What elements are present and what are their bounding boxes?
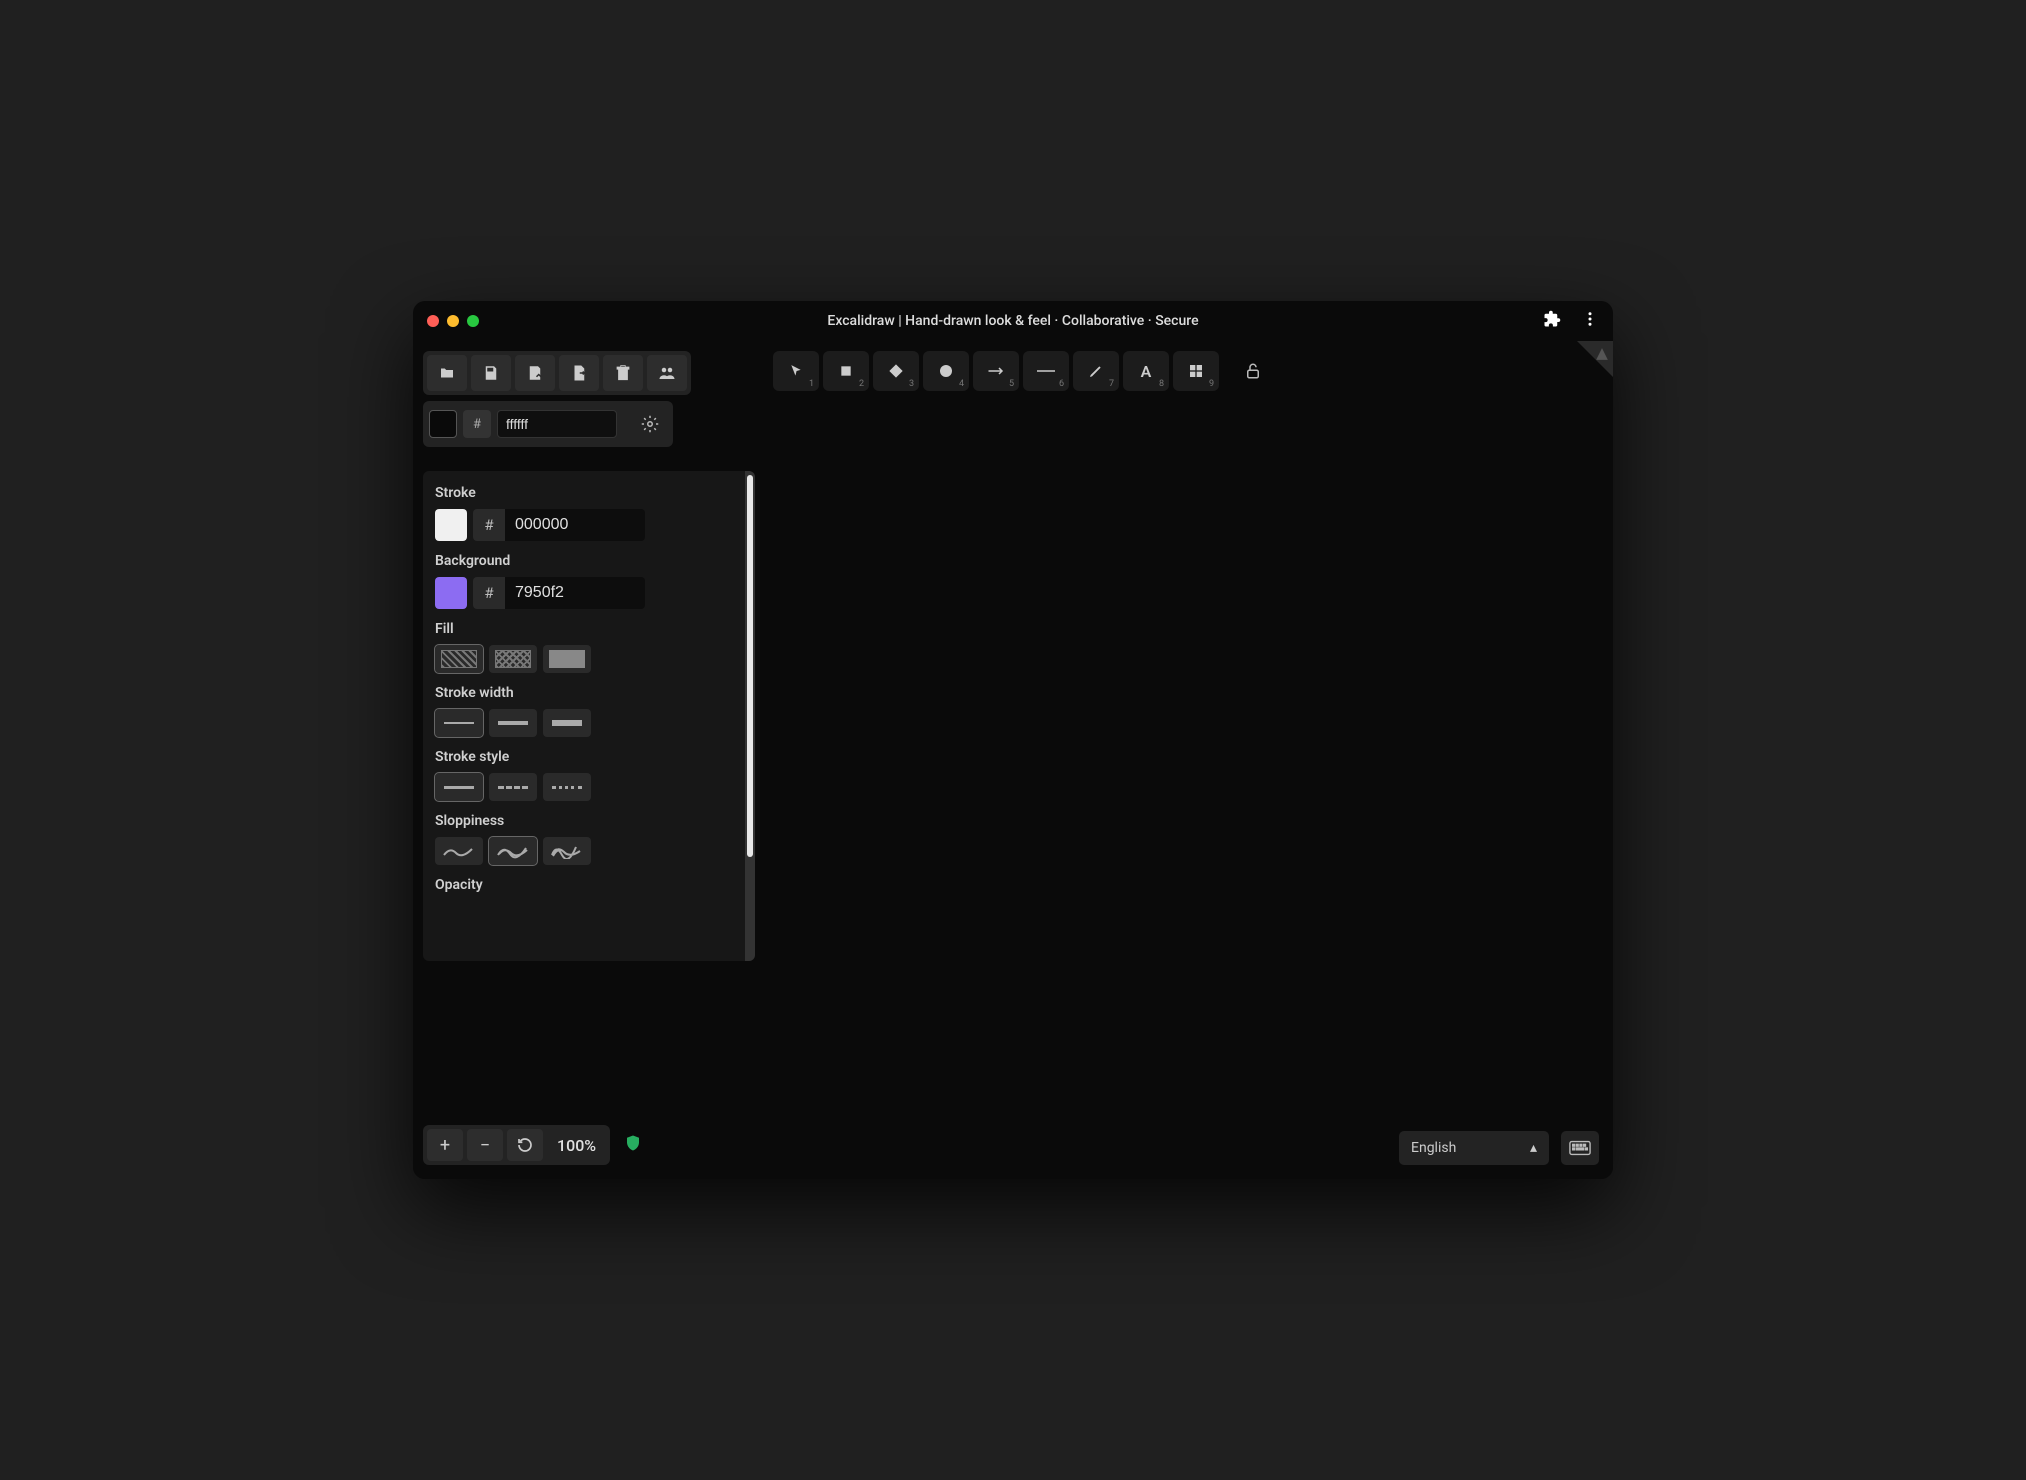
background-label: Background — [435, 553, 733, 569]
window-title: Excalidraw | Hand-drawn look & feel · Co… — [827, 313, 1198, 329]
panel-scrollbar[interactable] — [745, 471, 755, 961]
hash-label: # — [473, 509, 505, 541]
tool-text[interactable]: A8 — [1123, 351, 1169, 391]
save-button[interactable] — [471, 355, 511, 391]
tool-freedraw[interactable]: 7 — [1073, 351, 1119, 391]
tool-arrow[interactable]: 5 — [973, 351, 1019, 391]
opacity-label: Opacity — [435, 877, 733, 893]
shape-toolbar: 1 2 3 4 5 6 7 A8 9 — [773, 351, 1273, 391]
footer-right: English ▴ — [1399, 1131, 1599, 1165]
save-as-button[interactable] — [515, 355, 555, 391]
fill-hachure-button[interactable] — [435, 645, 483, 673]
more-icon[interactable] — [1581, 310, 1599, 332]
sloppiness-architect-button[interactable] — [435, 837, 483, 865]
file-toolbar — [423, 351, 691, 395]
zoom-controls: + − 100% — [423, 1125, 642, 1165]
sloppiness-cartoonist-button[interactable] — [543, 837, 591, 865]
settings-button[interactable] — [633, 407, 667, 441]
app-window: Excalidraw | Hand-drawn look & feel · Co… — [413, 301, 1613, 1179]
stroke-color-swatch[interactable] — [435, 509, 467, 541]
keyboard-shortcuts-button[interactable] — [1561, 1131, 1599, 1165]
background-color-swatch[interactable] — [435, 577, 467, 609]
stroke-width-label: Stroke width — [435, 685, 733, 701]
fill-label: Fill — [435, 621, 733, 637]
zoom-in-button[interactable]: + — [427, 1129, 463, 1161]
lock-tool-button[interactable] — [1233, 351, 1273, 391]
fill-crosshatch-button[interactable] — [489, 645, 537, 673]
window-controls — [427, 315, 479, 327]
stroke-style-label: Stroke style — [435, 749, 733, 765]
sloppiness-label: Sloppiness — [435, 813, 733, 829]
style-solid-button[interactable] — [435, 773, 483, 801]
tool-line[interactable]: 6 — [1023, 351, 1069, 391]
app-content: # 1 2 3 4 5 6 7 A8 9 Stroke # — [413, 341, 1613, 1179]
sloppiness-artist-button[interactable] — [489, 837, 537, 865]
canvas-color-input[interactable] — [497, 410, 617, 438]
open-button[interactable] — [427, 355, 467, 391]
stroke-thin-button[interactable] — [435, 709, 483, 737]
zoom-reset-button[interactable] — [507, 1129, 543, 1161]
hash-label: # — [473, 577, 505, 609]
export-button[interactable] — [559, 355, 599, 391]
extension-icon[interactable] — [1543, 310, 1561, 332]
zoom-value: 100% — [547, 1136, 606, 1155]
stroke-color-input[interactable] — [505, 509, 645, 541]
maximize-window-button[interactable] — [467, 315, 479, 327]
style-dotted-button[interactable] — [543, 773, 591, 801]
tool-selection[interactable]: 1 — [773, 351, 819, 391]
tool-rectangle[interactable]: 2 — [823, 351, 869, 391]
collaborate-button[interactable] — [647, 355, 687, 391]
clear-canvas-button[interactable] — [603, 355, 643, 391]
tool-diamond[interactable]: 3 — [873, 351, 919, 391]
minimize-window-button[interactable] — [447, 315, 459, 327]
language-value: English — [1411, 1140, 1456, 1156]
tool-ellipse[interactable]: 4 — [923, 351, 969, 391]
language-select[interactable]: English ▴ — [1399, 1131, 1549, 1165]
canvas-color-swatch[interactable] — [429, 410, 457, 438]
canvas-color-control: # — [423, 401, 673, 447]
fill-solid-button[interactable] — [543, 645, 591, 673]
chevron-up-icon: ▴ — [1530, 1140, 1537, 1156]
stroke-thick-button[interactable] — [543, 709, 591, 737]
github-corner[interactable] — [1577, 341, 1613, 377]
stroke-medium-button[interactable] — [489, 709, 537, 737]
background-color-input[interactable] — [505, 577, 645, 609]
zoom-out-button[interactable]: − — [467, 1129, 503, 1161]
properties-panel: Stroke # Background # Fill — [423, 471, 755, 961]
close-window-button[interactable] — [427, 315, 439, 327]
encryption-shield-icon[interactable] — [624, 1134, 642, 1156]
stroke-label: Stroke — [435, 485, 733, 501]
tool-image[interactable]: 9 — [1173, 351, 1219, 391]
style-dashed-button[interactable] — [489, 773, 537, 801]
hash-label: # — [463, 410, 491, 438]
titlebar: Excalidraw | Hand-drawn look & feel · Co… — [413, 301, 1613, 341]
